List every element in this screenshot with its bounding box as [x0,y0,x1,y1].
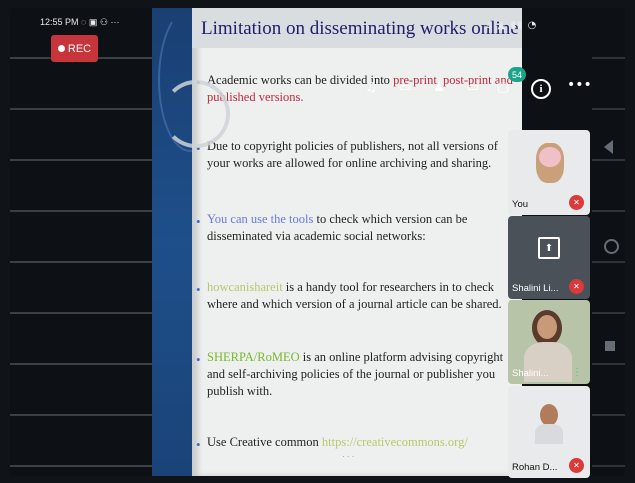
participant-name: Shalini... [512,368,549,379]
participant-tile[interactable]: Shalini... ⋮ [508,300,590,384]
audio-icon[interactable]: ♫ [365,80,377,95]
more-icon[interactable]: ••• [567,77,592,93]
avatar-face [537,315,557,339]
slide-title-bar: Limitation on disseminating works online [192,8,522,48]
mic-off-icon: ✕ [569,195,584,210]
chat-icon[interactable]: ▢ [497,80,509,95]
bullet-icon: • [196,437,201,452]
left-background [10,8,152,476]
bullet-icon: • [196,214,201,229]
status-time: 12:55 PM ◌ ▣ ⚇ ··· [40,17,120,27]
info-icon[interactable]: i [531,79,551,99]
bullet-icon: • [196,352,201,367]
recents-icon[interactable] [605,341,615,351]
participant-tile[interactable]: ⬆ Shalini Li... ✕ [508,216,590,299]
people-icon[interactable]: ♟ [433,80,445,95]
shared-slide: Limitation on disseminating works online… [192,8,522,476]
sherpa-romeo-link[interactable]: SHERPA/RoMEO [207,350,300,364]
chat-count-badge: 54 [508,67,526,82]
avatar-face [539,147,561,167]
status-icons: ⌂ ▲ ▮▮ ◔ [486,20,538,31]
present-icon[interactable]: ▭ [467,80,479,95]
participant-name: You [512,199,529,210]
participant-tile[interactable]: You ✕ [508,130,590,215]
back-arrow-icon[interactable] [604,140,613,154]
slide-footer: · · · [342,452,355,461]
mic-off-icon: ✕ [569,458,584,473]
bullet-icon: • [196,282,201,297]
creative-commons-link[interactable]: https://creativecommons.org/ [322,435,468,449]
home-icon[interactable] [604,239,619,254]
decorative-ring [162,80,230,148]
participant-name: Rohan D... [512,462,558,473]
avatar-body [535,424,563,444]
recording-indicator[interactable]: REC [51,35,98,62]
captions-icon[interactable]: ▭ [399,80,411,95]
tools-link[interactable]: You can use the tools [207,212,313,226]
presentation-icon: ⬆ [538,237,560,259]
slide-title: Limitation on disseminating works online [201,18,519,39]
avatar-face [540,404,558,426]
participant-tile[interactable]: Rohan D... ✕ [508,386,590,478]
record-dot-icon [57,45,65,52]
mic-off-icon: ✕ [569,279,584,294]
howcanishareit-link[interactable]: howcanishareit [207,280,283,294]
speaking-icon: ⋮ [572,367,582,378]
participant-name: Shalini Li... [512,283,559,294]
